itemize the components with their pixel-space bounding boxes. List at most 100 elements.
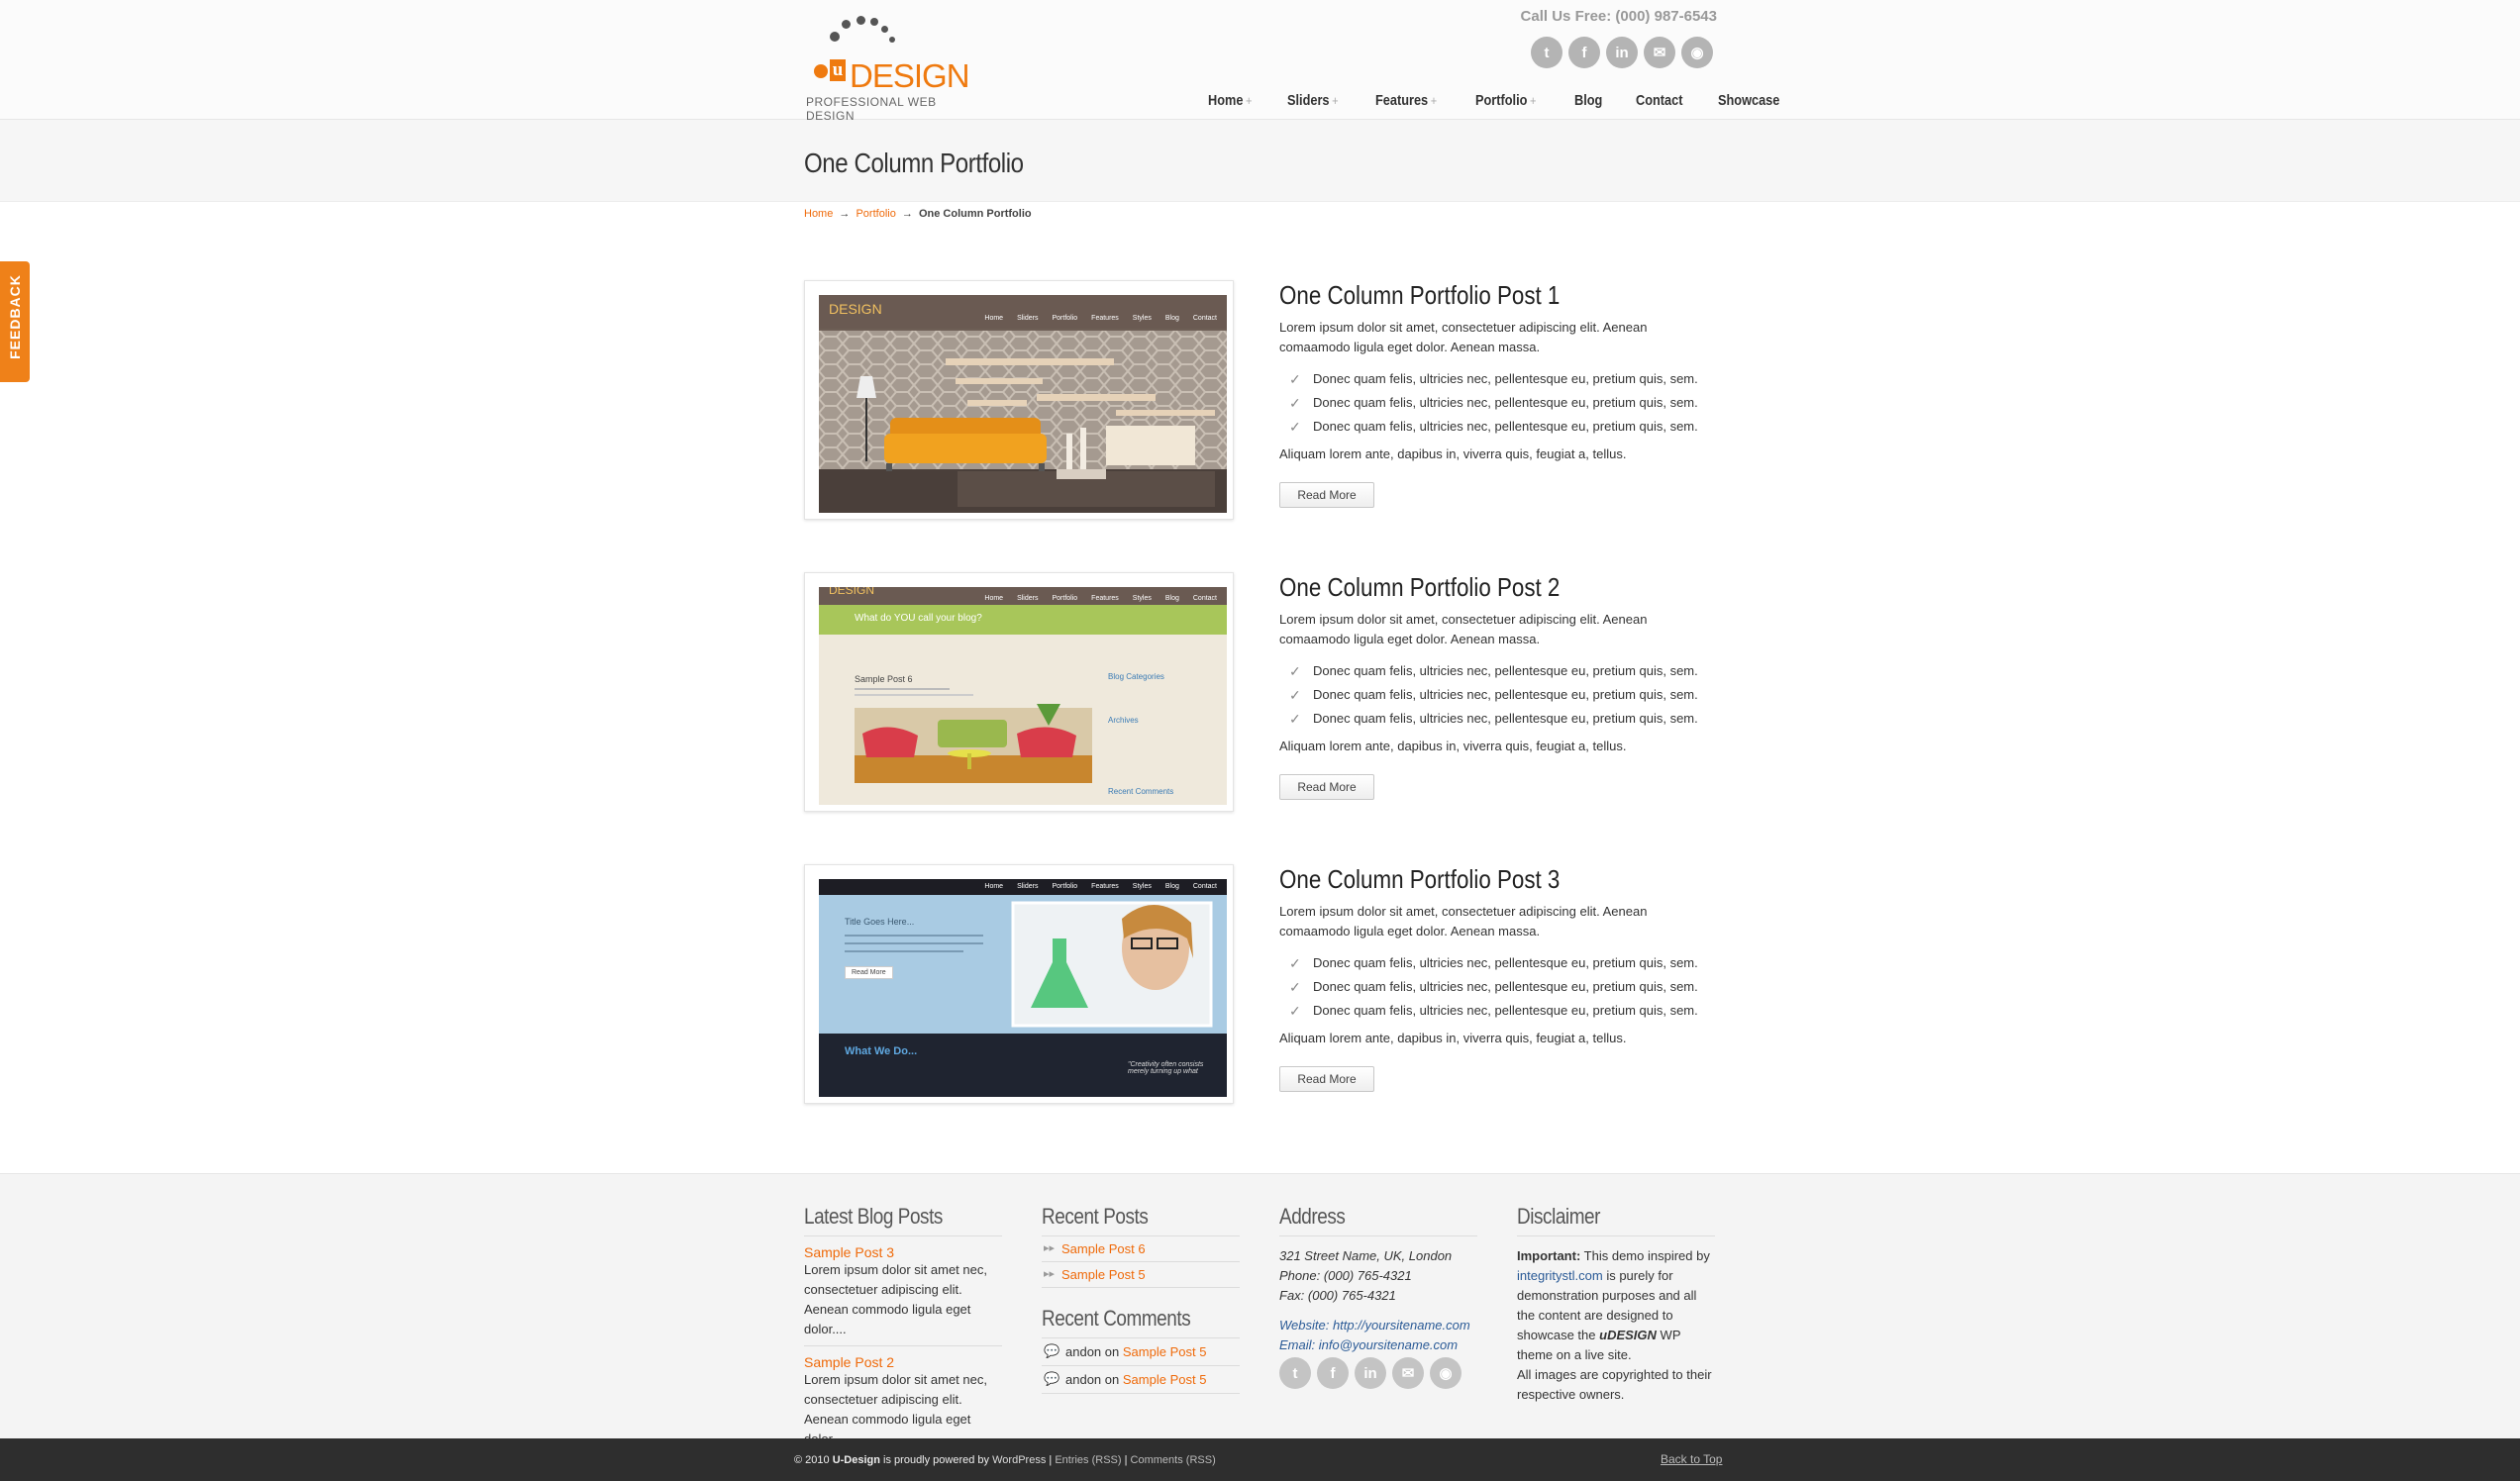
post-thumbnail[interactable]: Home Sliders Portfolio Features Styles B…	[804, 864, 1234, 1104]
sofa-scene	[855, 688, 1092, 783]
footer-heading-text: Recent Comments	[1042, 1306, 1191, 1331]
post-feature-list: ✓ Donec quam felis, ultricies nec, pellen…	[1279, 659, 1698, 731]
post-description: Lorem ipsum dolor sit amet, consectetuer…	[1279, 904, 1648, 938]
list-item-text: Donec quam felis, ultricies nec, pellent…	[1313, 419, 1698, 434]
page-title: One Column Portfolio	[804, 148, 1024, 178]
double-arrow-icon: ▸▸	[1044, 1268, 1056, 1280]
nav-blog[interactable]: Blog	[1574, 92, 1602, 109]
twitter-icon[interactable]: t	[1531, 37, 1562, 68]
submenu-indicator: +	[1332, 93, 1339, 108]
list-item-text: Donec quam felis, ultricies nec, pellent…	[1313, 395, 1698, 410]
thumb-side-heading: Archives	[1108, 716, 1139, 725]
breadcrumb-current: One Column Portfolio	[918, 208, 1032, 220]
comment-icon: 💬	[1044, 1343, 1060, 1358]
comment-author: andon	[1065, 1372, 1102, 1387]
disclaimer-important: Important:	[1517, 1248, 1581, 1263]
breadcrumb-home[interactable]: Home	[804, 208, 833, 220]
logo-text: DESIGN	[850, 57, 970, 94]
footer-heading-text: Recent Posts	[1042, 1204, 1149, 1229]
comment-post-link[interactable]: Sample Post 5	[1123, 1344, 1207, 1359]
email-link[interactable]: Email: info@yoursitename.com	[1279, 1335, 1477, 1355]
footer-heading: Disclaimer	[1517, 1204, 1715, 1236]
wordpress-link[interactable]: WordPress	[992, 1454, 1046, 1466]
website-link[interactable]: Website: http://yoursitename.com	[1279, 1316, 1477, 1335]
address-line: 321 Street Name, UK, London	[1279, 1248, 1453, 1263]
list-item: ✓ Donec quam felis, ultricies nec, pellen…	[1279, 975, 1698, 999]
comments-rss-link[interactable]: Comments (RSS)	[1131, 1454, 1216, 1466]
post-description: Lorem ipsum dolor sit amet, consectetuer…	[1279, 612, 1648, 646]
footer-heading-text: Address	[1279, 1204, 1346, 1229]
footer-latest-posts: Latest Blog Posts Sample Post 3 Lorem ip…	[804, 1204, 1002, 1456]
email-icon[interactable]: ✉	[1644, 37, 1675, 68]
disclaimer-p4: All images are copyrighted to their resp…	[1517, 1367, 1712, 1402]
portfolio-post: DESIGN Home Sliders Portfolio Features S…	[804, 572, 1717, 820]
disclaimer-text: Important: This demo inspired by integri…	[1517, 1246, 1715, 1405]
post-thumbnail[interactable]: DESIGN Home Sliders Portfolio Features S…	[804, 572, 1234, 812]
linkedin-icon[interactable]: in	[1606, 37, 1638, 68]
footer-heading-text: Latest Blog Posts	[804, 1204, 943, 1229]
logo-dot	[830, 32, 840, 42]
thumb-quote: "Creativity often consists merely turnin…	[1128, 1061, 1204, 1075]
nav-portfolio[interactable]: Portfolio +	[1475, 92, 1536, 109]
checkmark-icon: ✓	[1289, 371, 1301, 387]
facebook-icon[interactable]: f	[1317, 1357, 1349, 1389]
list-item-text: Donec quam felis, ultricies nec, pellent…	[1313, 711, 1698, 726]
post-title[interactable]: One Column Portfolio Post 2	[1279, 572, 1560, 603]
post-thumbnail[interactable]: DESIGN Home Sliders Portfolio Features S…	[804, 280, 1234, 520]
breadcrumb-portfolio[interactable]: Portfolio	[856, 208, 895, 220]
logo-mark: u	[830, 59, 846, 81]
footer-recent: Recent Posts ▸▸ Sample Post 6 ▸▸ Sample Po…	[1042, 1204, 1240, 1394]
twitter-icon[interactable]: t	[1279, 1357, 1311, 1389]
post-feature-list: ✓ Donec quam felis, ultricies nec, pellen…	[1279, 951, 1698, 1023]
site-footer: Latest Blog Posts Sample Post 3 Lorem ip…	[0, 1173, 2520, 1456]
nav-contact[interactable]: Contact	[1636, 92, 1682, 109]
read-more-button[interactable]: Read More	[1279, 1066, 1374, 1092]
logo-dot	[870, 18, 878, 26]
thumbnail-image: DESIGN Home Sliders Portfolio Features S…	[819, 295, 1227, 513]
latest-post-excerpt: Lorem ipsum dolor sit amet nec, consecte…	[804, 1260, 1002, 1346]
separator: |	[1124, 1454, 1128, 1466]
read-more-button[interactable]: Read More	[1279, 774, 1374, 800]
main-nav: Home + Sliders + Features + Portfolio + Blog…	[1208, 92, 1819, 109]
comment-post-link[interactable]: Sample Post 5	[1123, 1372, 1207, 1387]
checkmark-icon: ✓	[1289, 979, 1301, 995]
logo-dot	[889, 37, 895, 43]
comment-on: on	[1104, 1372, 1120, 1387]
thumbnail-image: DESIGN Home Sliders Portfolio Features S…	[819, 587, 1227, 805]
latest-post-title[interactable]: Sample Post 3	[804, 1244, 1002, 1260]
entries-rss-link[interactable]: Entries (RSS)	[1055, 1454, 1121, 1466]
linkedin-icon[interactable]: in	[1355, 1357, 1386, 1389]
logo-tagline: PROFESSIONAL WEB DESIGN	[806, 95, 937, 123]
nav-home[interactable]: Home +	[1208, 92, 1252, 109]
nav-label: Portfolio	[1475, 92, 1528, 109]
back-to-top-link[interactable]: Back to Top	[1661, 1452, 1722, 1466]
separator: |	[1049, 1454, 1053, 1466]
site-logo[interactable]: u DESIGN PROFESSIONAL WEB DESIGN	[804, 10, 972, 123]
facebook-icon[interactable]: f	[1568, 37, 1600, 68]
checkmark-icon: ✓	[1289, 663, 1301, 679]
disclaimer-link[interactable]: integritystl.com	[1517, 1268, 1603, 1283]
rss-icon[interactable]: ◉	[1681, 37, 1713, 68]
thumbnail-image: Home Sliders Portfolio Features Styles B…	[819, 879, 1227, 1097]
feedback-tab[interactable]: FEEDBACK	[0, 261, 30, 382]
nav-showcase[interactable]: Showcase	[1718, 92, 1779, 109]
read-more-button[interactable]: Read More	[1279, 482, 1374, 508]
call-us-text: Call Us Free: (000) 987-6543	[1520, 8, 1717, 25]
double-arrow-icon: ▸▸	[1044, 1242, 1056, 1254]
list-item-text: Donec quam felis, ultricies nec, pellent…	[1313, 1003, 1698, 1018]
nav-features[interactable]: Features +	[1375, 92, 1437, 109]
post-feature-list: ✓ Donec quam felis, ultricies nec, pellen…	[1279, 367, 1698, 439]
list-item-text: Donec quam felis, ultricies nec, pellent…	[1313, 979, 1698, 994]
submenu-indicator: +	[1245, 93, 1253, 108]
checkmark-icon: ✓	[1289, 395, 1301, 411]
email-icon[interactable]: ✉	[1392, 1357, 1424, 1389]
recent-post-item[interactable]: ▸▸ Sample Post 6	[1042, 1236, 1240, 1262]
post-title[interactable]: One Column Portfolio Post 1	[1279, 280, 1560, 311]
nav-sliders[interactable]: Sliders +	[1287, 92, 1339, 109]
list-item: ✓ Donec quam felis, ultricies nec, pellen…	[1279, 659, 1698, 683]
recent-post-item[interactable]: ▸▸ Sample Post 5	[1042, 1262, 1240, 1288]
post-title[interactable]: One Column Portfolio Post 3	[1279, 864, 1560, 895]
latest-post-title[interactable]: Sample Post 2	[804, 1354, 1002, 1370]
list-item-text: Donec quam felis, ultricies nec, pellent…	[1313, 663, 1698, 678]
rss-icon[interactable]: ◉	[1430, 1357, 1462, 1389]
